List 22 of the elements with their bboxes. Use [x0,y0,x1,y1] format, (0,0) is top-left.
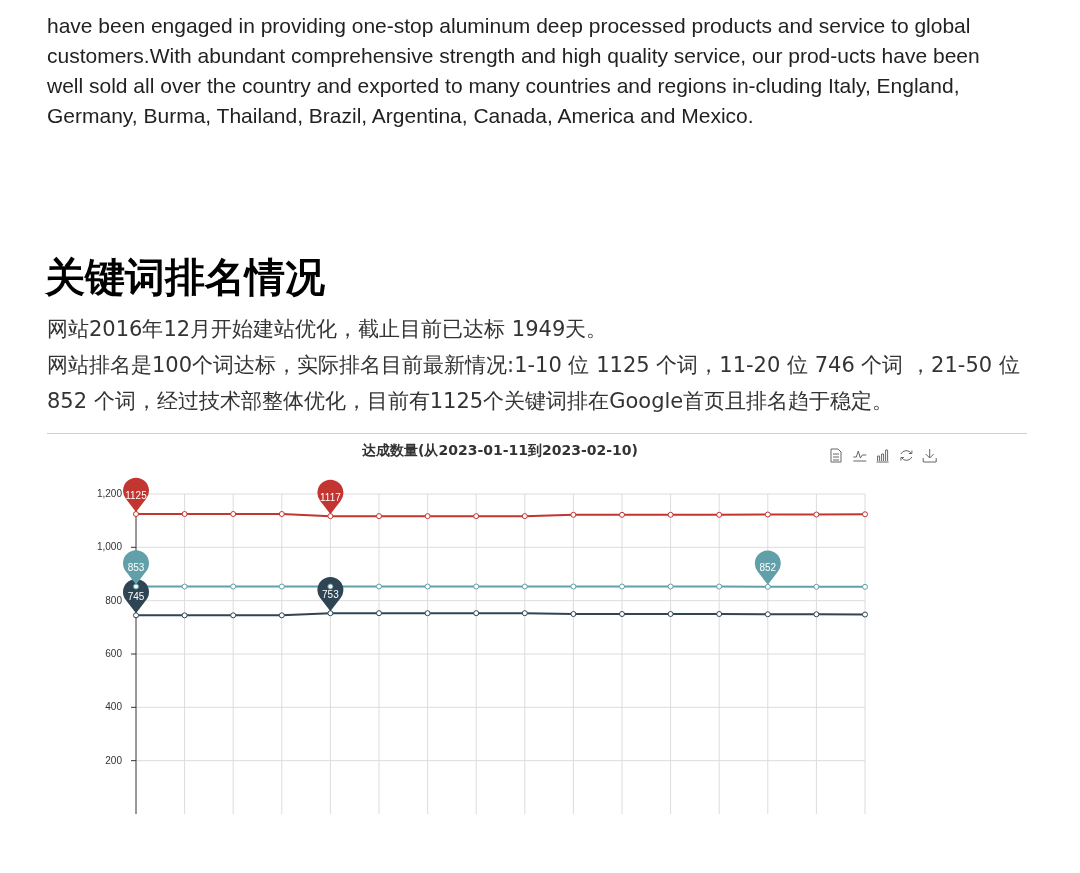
section-paragraph: 网站2016年12月开始建站优化，截止目前已达标 1949天。 [47,316,609,343]
value-pin: 753 [317,576,344,612]
axis-tick-label: 1,000 [96,541,122,553]
chart-title: 达成数量(从2023-01-11到2023-02-10) [362,442,638,458]
value-pin: 852 [754,550,781,585]
annotation: 852 [759,562,777,574]
annotation: 1117 [320,491,342,503]
intro-paragraph: have been engaged in providing one-stop aluminum deep processed products and service to global customers.With abundant comprehensive strength and high quality service, our prod-ucts have been well sold all over the country and exported to many countries and regions in-cluding Italy, England, Germany, Burma, Thailand, Brazil, Argentina, Canada, America and Mexico. [47,13,981,129]
section-paragraph: 网站排名是100个词达标，实际排名目前最新情况:1-10 位 1125 个词，11-20 位 746 个词 ，21-50 位 852 个词，经过技术部整体优化，目前有1125个关键词排在Google首页且排名趋于稳定。 [47,352,1021,415]
axis-tick-label: 400 [105,701,122,713]
annotation: 753 [322,588,340,600]
annotation: 745 [127,590,145,602]
value-pin: 1125 [123,477,149,512]
axis-tick-label: 600 [105,648,122,659]
annotation: 853 [127,562,145,574]
axis-tick-label: 1,200 [96,488,122,499]
axis-tick-label: 200 [105,754,122,766]
value-pin: 1117 [317,479,344,515]
annotation: 1125 [125,489,148,501]
value-pin: 853 [123,550,149,585]
section-heading: 关键词排名情况 [45,253,326,301]
axis-tick-label: 800 [105,594,122,606]
